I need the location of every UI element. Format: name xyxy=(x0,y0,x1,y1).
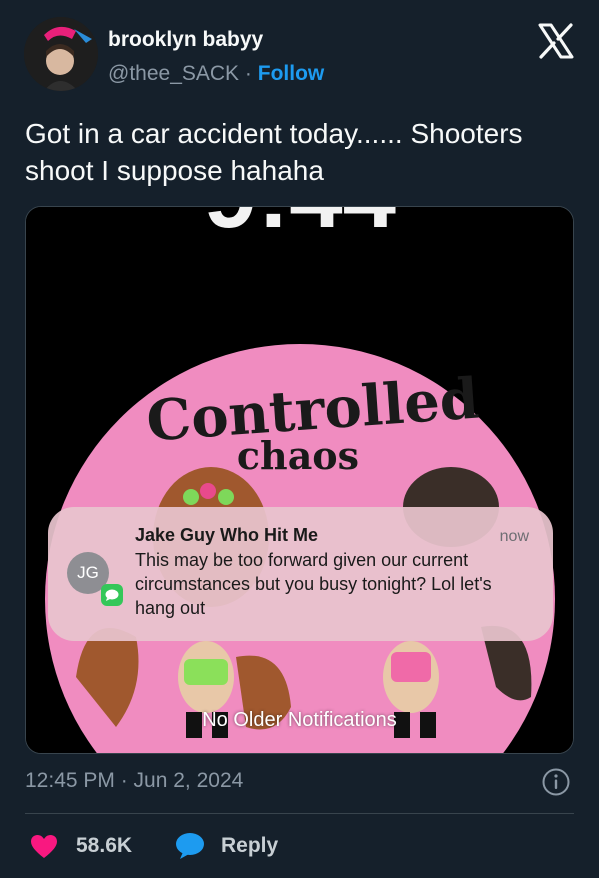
tweet-media[interactable]: 9:44 Controlled chaos JG xyxy=(25,206,574,754)
reply-label: Reply xyxy=(221,834,279,857)
lockscreen-clock-fragment: 9:44 xyxy=(204,207,396,248)
action-divider xyxy=(25,813,574,814)
like-button[interactable]: 58.6K xyxy=(30,833,132,859)
artwork-title-line2: chaos xyxy=(237,433,359,478)
notification-time: now xyxy=(499,528,529,545)
tweet-timestamp[interactable]: 12:45 PM · Jun 2, 2024 xyxy=(25,769,243,793)
author-handle[interactable]: @thee_SACK xyxy=(108,62,239,85)
author-avatar[interactable] xyxy=(24,17,98,91)
notification-sender: Jake Guy Who Hit Me xyxy=(135,525,319,545)
no-older-notifications: No Older Notifications xyxy=(202,709,397,731)
handle-separator: · xyxy=(244,62,252,85)
lockscreen-artwork: 9:44 Controlled chaos xyxy=(26,207,573,753)
tweet-text: Got in a car accident today...... Shoote… xyxy=(25,118,523,186)
author-display-name[interactable]: brooklyn babyy xyxy=(108,28,263,52)
message-notification[interactable]: JG Jake Guy Who Hit Me now This may be t… xyxy=(48,507,553,641)
reply-button[interactable]: Reply xyxy=(175,832,278,860)
tweet-header: brooklyn babyy @thee_SACK · Follow xyxy=(24,17,584,92)
follow-button[interactable]: Follow xyxy=(258,62,325,85)
reply-bubble-icon xyxy=(176,833,204,859)
info-icon[interactable] xyxy=(541,767,571,797)
x-logo-icon[interactable] xyxy=(536,21,576,61)
likes-count: 58.6K xyxy=(76,834,133,857)
notification-body: This may be too forward given our curren… xyxy=(135,550,492,618)
heart-icon xyxy=(31,834,57,858)
author-handle-row: @thee_SACK · Follow xyxy=(108,62,324,86)
messages-icon xyxy=(101,584,123,606)
